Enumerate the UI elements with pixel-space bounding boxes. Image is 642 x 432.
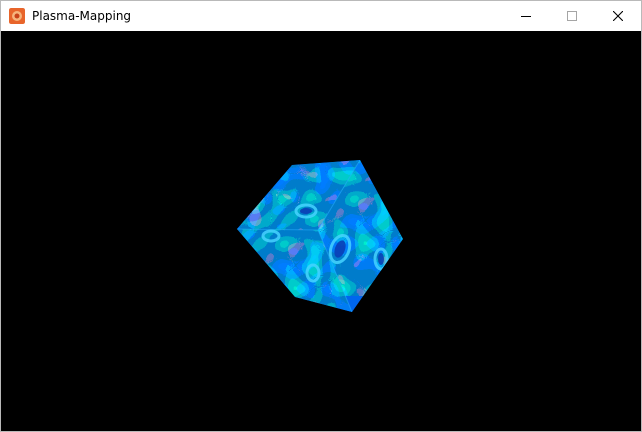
window-controls (503, 1, 641, 31)
title-bar[interactable]: Plasma-Mapping (1, 1, 641, 31)
app-window: Plasma-Mapping (0, 0, 642, 432)
close-icon (613, 11, 623, 21)
maximize-icon (567, 11, 577, 21)
maximize-button[interactable] (549, 1, 595, 31)
window-title: Plasma-Mapping (32, 9, 132, 23)
plasma-cube (237, 160, 403, 312)
app-icon[interactable] (9, 8, 25, 24)
minimize-icon (521, 16, 531, 17)
render-viewport[interactable] (1, 31, 641, 431)
close-button[interactable] (595, 1, 641, 31)
minimize-button[interactable] (503, 1, 549, 31)
